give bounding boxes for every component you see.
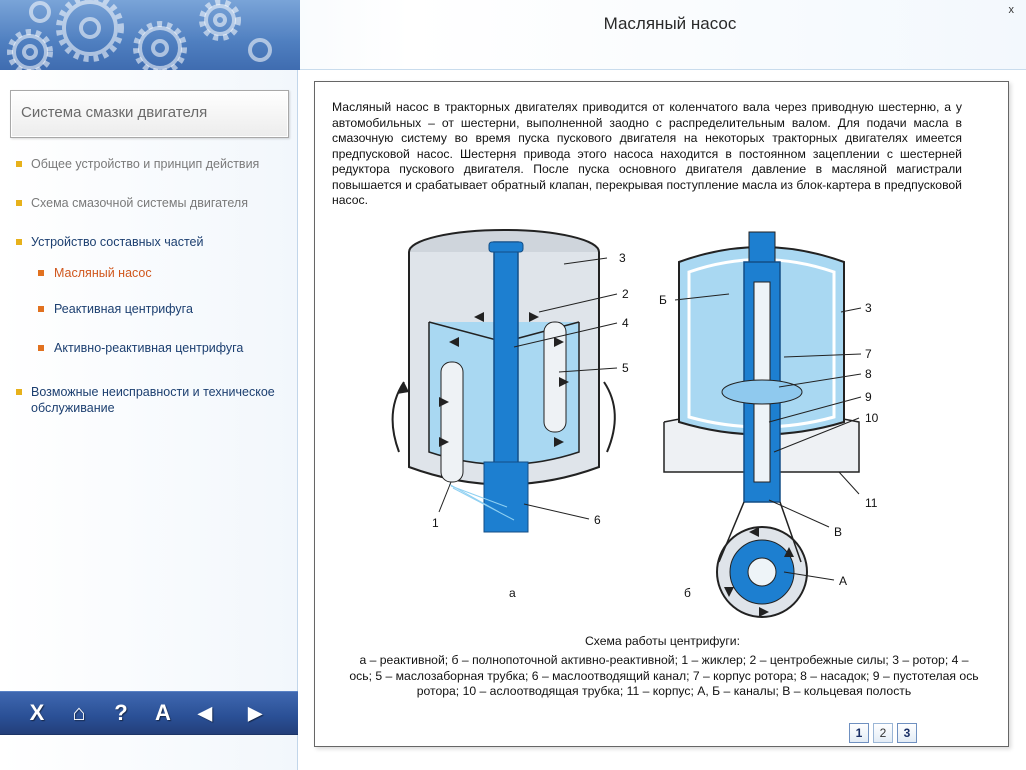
label-1: 1 bbox=[432, 516, 439, 530]
sidebar: Система смазки двигателя Общее устройств… bbox=[0, 70, 298, 770]
label-8: 8 bbox=[865, 367, 872, 381]
bullet-icon bbox=[16, 239, 22, 245]
bullet-icon bbox=[16, 389, 22, 395]
sidebar-item-label: Реактивная центрифуга bbox=[54, 302, 193, 316]
sidebar-item-oil-pump[interactable]: Масляный насос bbox=[38, 265, 284, 281]
back-button[interactable]: ◀ bbox=[190, 698, 220, 728]
figure-caption-title: Схема работы центрифуги: bbox=[585, 634, 740, 648]
page-2-button[interactable]: 2 bbox=[873, 723, 893, 743]
window-title: Масляный насос bbox=[603, 14, 737, 33]
sidebar-item-active-reactive-centrifuge[interactable]: Активно-реактивная центрифуга bbox=[38, 340, 284, 356]
sidebar-item-general[interactable]: Общее устройство и принцип действия bbox=[16, 156, 281, 172]
bullet-icon bbox=[38, 345, 44, 351]
label-4: 4 bbox=[622, 316, 629, 330]
page-1-button[interactable]: 1 bbox=[849, 723, 869, 743]
close-icon[interactable]: x bbox=[1009, 4, 1015, 16]
label-7: 7 bbox=[865, 347, 872, 361]
bullet-icon bbox=[16, 200, 22, 206]
label-3: 3 bbox=[619, 251, 626, 265]
section-title: Система смазки двигателя bbox=[10, 90, 289, 138]
sidebar-item-maintenance[interactable]: Возможные неисправности и техническое об… bbox=[16, 384, 286, 416]
sidebar-item-label: Устройство составных частей bbox=[31, 235, 204, 249]
page-3-button[interactable]: 3 bbox=[897, 723, 917, 743]
label-10: 10 bbox=[865, 411, 879, 425]
glossary-button[interactable]: A bbox=[148, 698, 178, 728]
active-reactive-centrifuge-drawing bbox=[663, 231, 860, 618]
bottom-toolbar: X ⌂ ? A ◀ ▶ bbox=[0, 691, 298, 735]
sidebar-item-label: Масляный насос bbox=[54, 266, 152, 280]
sidebar-item-scheme[interactable]: Схема смазочной системы двигателя bbox=[16, 195, 281, 211]
label-B-cyr: Б bbox=[659, 293, 667, 307]
exit-button[interactable]: X bbox=[22, 698, 52, 728]
label-3-right: 3 bbox=[865, 301, 872, 315]
bullet-icon bbox=[38, 270, 44, 276]
sidebar-item-reactive-centrifuge[interactable]: Реактивная центрифуга bbox=[38, 301, 284, 317]
sidebar-item-components[interactable]: Устройство составных частей bbox=[16, 234, 281, 250]
sidebar-item-label: Активно-реактивная центрифуга bbox=[54, 341, 244, 355]
sidebar-item-label: Общее устройство и принцип действия bbox=[31, 157, 260, 171]
label-a: а bbox=[509, 586, 516, 600]
label-11: 11 bbox=[865, 496, 878, 510]
forward-button[interactable]: ▶ bbox=[240, 698, 270, 728]
home-button[interactable]: ⌂ bbox=[64, 698, 94, 728]
label-5: 5 bbox=[622, 361, 629, 375]
sidebar-item-label: Схема смазочной системы двигателя bbox=[31, 196, 248, 210]
label-A: А bbox=[839, 574, 847, 588]
gears-banner bbox=[0, 0, 300, 70]
title-bar: Масляный насос x bbox=[0, 0, 1026, 70]
bullet-icon bbox=[16, 161, 22, 167]
label-2: 2 bbox=[622, 287, 629, 301]
centrifuge-diagram: 3 2 4 5 1 6 а Б 3 7 8 9 10 11 В А б bbox=[391, 229, 879, 618]
reactive-centrifuge-drawing bbox=[391, 229, 616, 533]
label-b: б bbox=[684, 586, 691, 600]
help-button[interactable]: ? bbox=[106, 698, 136, 728]
content-panel: Масляный насос в тракторных двигателях п… bbox=[314, 81, 1009, 747]
bullet-icon bbox=[38, 306, 44, 312]
figure-caption-text: а – реактивной; б – полнопоточной активн… bbox=[349, 653, 979, 698]
sidebar-item-label: Возможные неисправности и техническое об… bbox=[31, 385, 275, 415]
description-text: Масляный насос в тракторных двигателях п… bbox=[332, 100, 962, 207]
gears-icon bbox=[7, 0, 272, 70]
label-9: 9 bbox=[865, 390, 872, 404]
label-6: 6 bbox=[594, 513, 601, 527]
label-V: В bbox=[834, 525, 842, 539]
